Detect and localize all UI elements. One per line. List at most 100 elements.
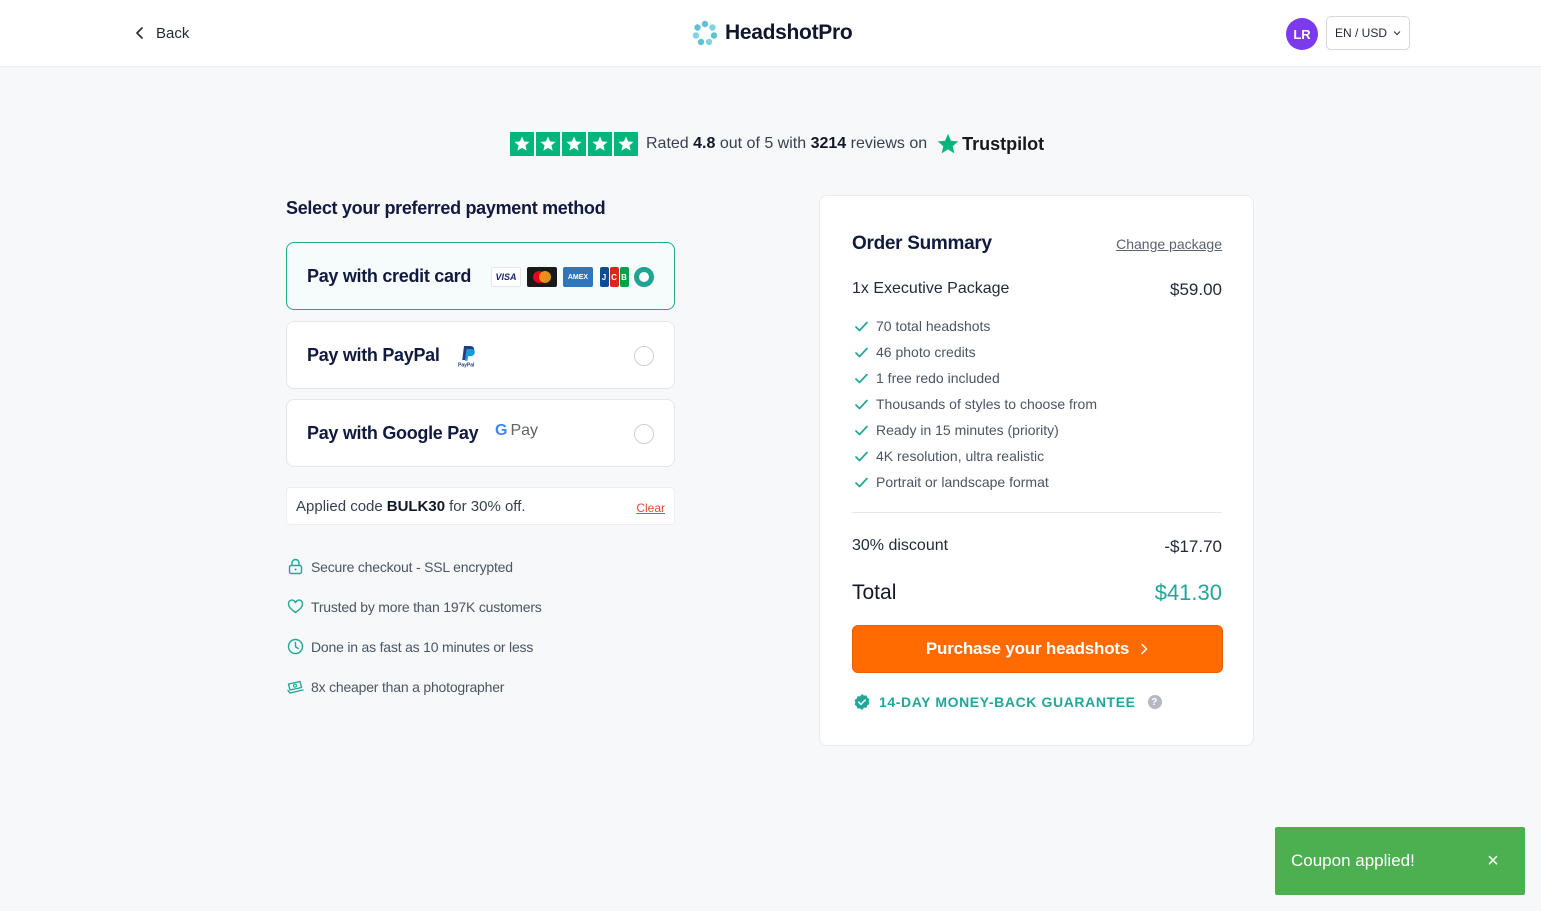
lock-icon — [288, 558, 303, 575]
trust-item-speed: Done in as fast as 10 minutes or less — [287, 638, 533, 655]
feature-item: Ready in 15 minutes (priority) — [854, 422, 1059, 438]
locale-selector[interactable]: EN / USD — [1326, 16, 1410, 50]
check-icon — [855, 373, 868, 383]
total-label: Total — [852, 581, 897, 604]
chevron-left-icon — [136, 27, 143, 39]
feature-item: 70 total headshots — [854, 318, 990, 334]
pay-google-pay-label: Pay with Google Pay — [307, 422, 479, 443]
trust-item-text: Secure checkout - SSL encrypted — [311, 558, 513, 575]
visa-icon: VISA — [491, 267, 521, 287]
money-back-guarantee: 14-DAY MONEY-BACK GUARANTEE ? — [853, 693, 1162, 711]
check-icon — [855, 477, 868, 487]
review-count: 3214 — [810, 135, 847, 152]
star-icon — [536, 132, 560, 156]
pay-paypal-option[interactable]: Pay with PayPal PayPal — [286, 321, 675, 389]
back-button[interactable]: Back — [134, 22, 189, 44]
trustpilot-star-icon — [937, 133, 959, 154]
star-icon — [562, 132, 586, 156]
package-price: $59.00 — [1170, 280, 1222, 299]
coupon-toast: Coupon applied! × — [1275, 827, 1525, 895]
pay-credit-card-option[interactable]: Pay with credit card VISA AMEX J C B — [286, 242, 675, 310]
google-pay-icon: G Pay — [495, 422, 538, 440]
feature-item: 46 photo credits — [854, 344, 976, 360]
trustpilot-logo[interactable]: Trustpilot — [937, 133, 1044, 155]
check-icon — [855, 399, 868, 409]
pay-paypal-label: Pay with PayPal — [307, 344, 440, 365]
paypal-radio[interactable] — [634, 346, 654, 366]
trust-item-text: Trusted by more than 197K customers — [311, 598, 542, 615]
user-avatar[interactable]: LR — [1286, 18, 1318, 50]
coupon-prefix: Applied code — [296, 497, 383, 515]
trustpilot-name: Trustpilot — [962, 133, 1045, 154]
coupon-applied-box: Applied code BULK30 for 30% off. Clear — [286, 487, 675, 525]
chevron-down-icon — [1393, 31, 1401, 36]
purchase-button-label: Purchase your headshots — [925, 639, 1130, 658]
rating-score: 4.8 — [693, 135, 716, 152]
feature-text: Portrait or landscape format — [876, 474, 1049, 490]
rating-middle: out of 5 with — [719, 135, 807, 152]
check-icon — [855, 451, 868, 461]
verified-badge-icon — [854, 694, 870, 710]
back-label: Back — [156, 24, 190, 42]
discount-label: 30% discount — [852, 537, 949, 554]
feature-item: 4K resolution, ultra realistic — [854, 448, 1044, 464]
discount-value: -$17.70 — [1164, 537, 1222, 556]
pay-credit-card-label: Pay with credit card — [307, 265, 472, 286]
locale-label: EN / USD — [1334, 26, 1387, 40]
feature-text: 70 total headshots — [876, 318, 991, 334]
payment-method-title: Select your preferred payment method — [286, 198, 606, 218]
close-icon[interactable]: × — [1483, 851, 1503, 871]
star-icon — [588, 132, 612, 156]
clock-icon — [287, 638, 304, 655]
order-summary-card: Order Summary Change package 1x Executiv… — [819, 195, 1254, 746]
trust-item-customers: Trusted by more than 197K customers — [287, 598, 542, 615]
toast-message: Coupon applied! — [1291, 851, 1415, 870]
chevron-right-icon — [1141, 643, 1148, 655]
guarantee-text: 14-DAY MONEY-BACK GUARANTEE — [879, 694, 1136, 710]
help-icon[interactable]: ? — [1147, 695, 1162, 709]
amex-icon: AMEX — [563, 267, 593, 287]
credit-card-radio[interactable] — [634, 267, 654, 287]
feature-text: Thousands of styles to choose from — [876, 396, 1097, 412]
star-icon — [614, 132, 638, 156]
package-name: 1x Executive Package — [852, 280, 1010, 297]
paypal-icon: PayPal — [458, 346, 475, 369]
brand-logo[interactable]: HeadshotPro — [692, 18, 853, 48]
google-pay-text: Pay — [510, 422, 539, 439]
feature-text: 1 free redo included — [876, 370, 1000, 386]
feature-item: 1 free redo included — [854, 370, 1000, 386]
order-summary-title: Order Summary — [852, 233, 992, 254]
star-icon — [510, 132, 534, 156]
clear-coupon-link[interactable]: Clear — [636, 501, 665, 515]
coupon-suffix: for 30% off. — [449, 497, 526, 515]
feature-item: Thousands of styles to choose from — [854, 396, 1097, 412]
summary-divider — [852, 512, 1222, 513]
check-icon — [855, 321, 868, 331]
purchase-button[interactable]: Purchase your headshots — [852, 625, 1223, 673]
trust-item-price: 8x cheaper than a photographer — [287, 678, 504, 695]
rating-prefix: Rated — [646, 135, 689, 152]
google-pay-radio[interactable] — [634, 424, 654, 444]
pay-google-pay-option[interactable]: Pay with Google Pay G Pay — [286, 399, 675, 467]
feature-item: Portrait or landscape format — [854, 474, 1049, 490]
check-icon — [855, 425, 868, 435]
feature-text: Ready in 15 minutes (priority) — [876, 422, 1059, 438]
svg-text:PayPal: PayPal — [458, 363, 475, 369]
logo-icon — [692, 20, 718, 46]
star-rating — [510, 132, 638, 156]
brand-name: HeadshotPro — [725, 21, 853, 44]
card-brands: VISA AMEX J C B — [491, 267, 629, 287]
check-icon — [855, 347, 868, 357]
top-bar: Back HeadshotPro LR EN / USD — [0, 0, 1541, 67]
change-package-link[interactable]: Change package — [1116, 236, 1222, 252]
heart-icon — [287, 599, 304, 614]
jcb-icon: J C B — [599, 267, 629, 287]
rating-suffix: reviews on — [850, 135, 928, 152]
trustpilot-rating: Rated 4.8 out of 5 with 3214 reviews on … — [510, 130, 1044, 158]
feature-text: 4K resolution, ultra realistic — [876, 448, 1045, 464]
coupon-code: BULK30 — [386, 497, 446, 515]
money-icon — [287, 680, 304, 694]
total-value: $41.30 — [1154, 580, 1222, 605]
google-g-icon: G — [495, 422, 508, 439]
trust-item-text: Done in as fast as 10 minutes or less — [311, 638, 534, 655]
